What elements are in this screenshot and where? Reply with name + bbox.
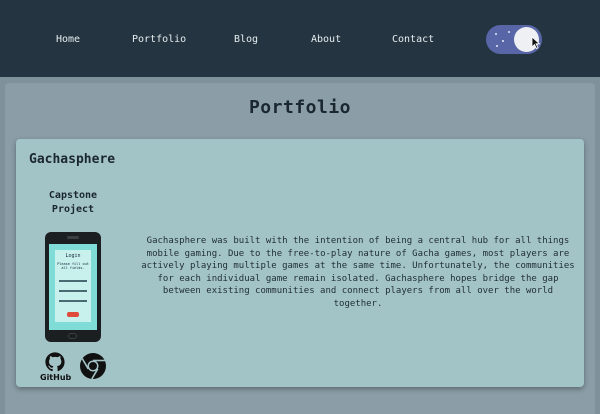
project-subtitle-line2: Project — [51, 204, 95, 215]
star-icon — [496, 45, 498, 47]
project-subtitle: Capstone Project — [38, 189, 108, 217]
login-title: Login — [65, 253, 81, 259]
phone-screen: Login Please fill out all fields. — [49, 244, 97, 330]
login-form-preview: Login Please fill out all fields. — [55, 250, 91, 322]
nav-contact[interactable]: Contact — [392, 34, 434, 46]
star-icon — [495, 33, 497, 35]
project-title: Gachasphere — [29, 152, 116, 167]
login-field — [59, 290, 87, 292]
phone-home-button — [68, 333, 77, 339]
project-subtitle-line1: Capstone — [48, 190, 98, 201]
chrome-link[interactable] — [79, 352, 107, 380]
chrome-icon — [80, 353, 106, 380]
github-link[interactable]: GitHub — [40, 352, 72, 384]
nav-home[interactable]: Home — [56, 34, 80, 46]
login-field — [59, 300, 87, 302]
phone-speaker — [67, 236, 79, 239]
star-icon — [502, 40, 504, 42]
nav-about[interactable]: About — [311, 34, 341, 46]
nav-blog[interactable]: Blog — [234, 34, 258, 46]
project-card: Gachasphere Capstone Project Login Pleas… — [16, 139, 584, 387]
theme-toggle[interactable] — [486, 25, 542, 54]
mouse-cursor-icon — [531, 36, 541, 49]
nav-portfolio[interactable]: Portfolio — [132, 34, 186, 46]
navbar: Home Portfolio Blog About Contact — [0, 0, 600, 77]
github-icon — [45, 352, 65, 372]
login-instructions: Please fill out all fields. — [57, 262, 89, 270]
page-title: Portfolio — [248, 97, 352, 118]
login-field — [59, 280, 87, 282]
portfolio-section: Portfolio Gachasphere Capstone Project L… — [5, 83, 595, 414]
phone-mockup-image: Login Please fill out all fields. — [45, 232, 101, 342]
github-label: GitHub — [40, 373, 72, 382]
login-submit-preview — [67, 312, 79, 317]
star-icon — [508, 31, 510, 33]
project-description: Gachasphere was built with the intention… — [141, 236, 575, 309]
